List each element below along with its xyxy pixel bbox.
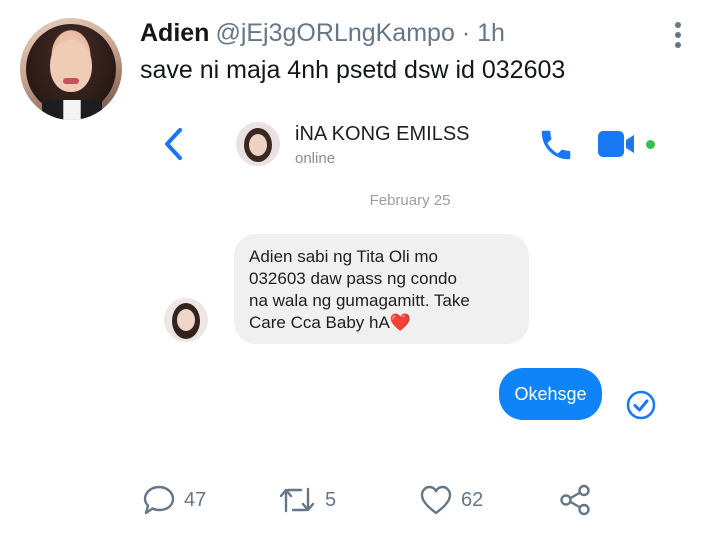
online-status-dot: [646, 140, 655, 149]
phone-icon: [541, 130, 571, 160]
sender-avatar: [164, 298, 208, 342]
heart-emoji: ❤️: [389, 313, 411, 332]
received-message-line: Adien sabi ng Tita Oli mo: [249, 247, 438, 266]
back-chevron-icon: [165, 128, 182, 160]
tweet-time: · 1h: [461, 19, 505, 47]
received-message-bubble: Adien sabi ng Tita Oli mo 032603 daw pas…: [234, 234, 529, 344]
retweet-icon[interactable]: [277, 484, 317, 516]
tweet-text: save ni maja 4nh psetd dsw id 032603: [140, 56, 566, 84]
retweet-action[interactable]: 5: [277, 482, 336, 518]
author-display-name[interactable]: Adien: [140, 19, 209, 47]
received-message-line: na wala ng gumagamitt. Take: [249, 291, 470, 310]
video-call-icon: [598, 131, 634, 157]
tweet-page: Adien @jEj3gORLngKampo · 1h save ni maja …: [0, 0, 720, 548]
tweet-author-line: Adien @jEj3gORLngKampo · 1h: [140, 18, 505, 48]
author-avatar[interactable]: [20, 18, 122, 120]
received-message-line: 032603 daw pass ng condo: [249, 269, 457, 288]
contact-avatar: [236, 122, 280, 166]
received-message-line: Care Cca Baby hA❤️: [249, 313, 411, 332]
like-action[interactable]: 62: [419, 482, 483, 518]
contact-status: online: [295, 150, 336, 167]
share-action[interactable]: [558, 482, 592, 518]
reply-count: 47: [184, 488, 207, 511]
reply-icon[interactable]: [142, 484, 176, 516]
sent-message-bubble: Okehsge: [499, 368, 602, 420]
contact-name: iNA KONG EMILSS: [295, 123, 470, 145]
like-icon[interactable]: [419, 484, 453, 516]
message-date-separator: February 25: [369, 192, 451, 209]
reply-action[interactable]: 47: [142, 482, 206, 518]
retweet-count: 5: [325, 488, 337, 511]
seen-check-icon: [626, 390, 656, 420]
like-count: 62: [461, 488, 484, 511]
share-icon[interactable]: [558, 483, 592, 517]
author-handle[interactable]: @jEj3gORLngKampo · 1h: [215, 19, 504, 47]
more-vertical-icon[interactable]: [671, 20, 685, 50]
